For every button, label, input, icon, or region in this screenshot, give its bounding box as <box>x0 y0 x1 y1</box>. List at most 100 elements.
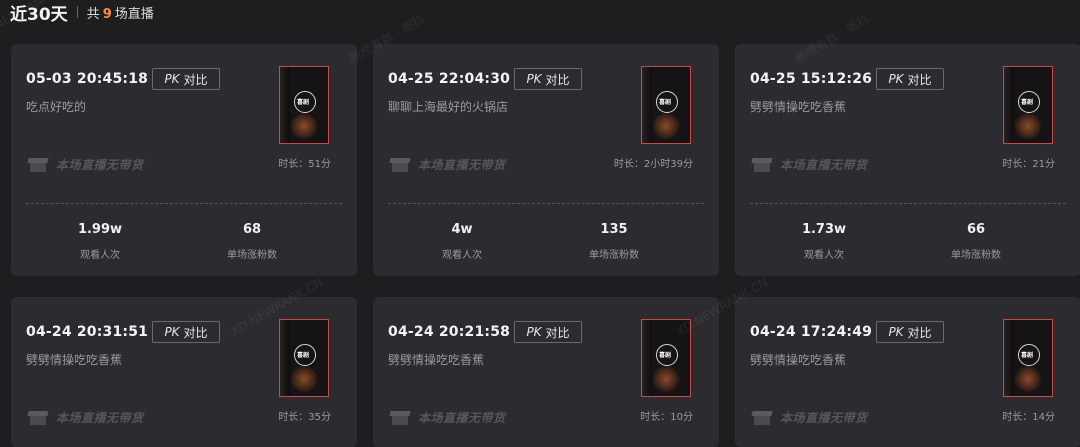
pk-label: 对比 <box>907 325 932 340</box>
live-title: 劈劈情操吃吃香蕉 <box>388 353 485 367</box>
pk-icon: PK <box>526 72 542 86</box>
views-stat: 1.99w 观看人次 <box>40 222 160 261</box>
live-cover-thumbnail[interactable]: 喜剧 <box>279 319 329 397</box>
cover-logo-text: 喜剧 <box>297 352 310 359</box>
fans-stat: 68 单场涨粉数 <box>192 222 312 261</box>
card-divider <box>26 203 342 204</box>
views-value: 4w <box>451 222 473 237</box>
cover-logo-text: 喜剧 <box>297 99 310 106</box>
box-icon <box>751 410 773 425</box>
live-start-time: 04-24 20:21:58 <box>388 324 511 340</box>
pk-compare-button[interactable]: PK 对比 <box>876 68 944 90</box>
card-divider <box>388 203 704 204</box>
views-stat: 1.73w 观看人次 <box>764 222 884 261</box>
views-stat: 4w 观看人次 <box>402 222 522 261</box>
cover-curtain <box>1004 320 1014 396</box>
live-card[interactable]: 04-25 15:12:26 PK 对比 劈劈情操吃吃香蕉 喜剧 本场直播无带货 … <box>735 44 1080 276</box>
no-goods-label: 本场直播无带货 <box>56 158 144 172</box>
box-icon <box>27 410 49 425</box>
count-number: 9 <box>102 6 112 22</box>
live-duration: 时长：14分 <box>1002 412 1055 423</box>
pk-compare-button[interactable]: PK 对比 <box>514 68 582 90</box>
views-value: 1.73w <box>801 222 847 237</box>
pk-icon: PK <box>888 72 904 86</box>
live-start-time: 04-24 20:31:51 <box>26 324 149 340</box>
no-goods-badge: 本场直播无带货 <box>389 156 506 173</box>
pk-icon: PK <box>888 325 904 339</box>
fans-label: 单场涨粉数 <box>227 250 277 261</box>
cover-curtain <box>280 320 290 396</box>
cover-figure <box>1014 113 1042 139</box>
box-icon <box>389 157 411 172</box>
cover-figure <box>652 366 680 392</box>
cover-logo-text: 喜剧 <box>659 352 672 359</box>
live-cover-thumbnail[interactable]: 喜剧 <box>641 66 691 144</box>
fans-value: 135 <box>600 222 628 237</box>
box-icon <box>751 157 773 172</box>
live-start-time: 05-03 20:45:18 <box>26 71 149 87</box>
pk-label: 对比 <box>545 72 570 87</box>
no-goods-badge: 本场直播无带货 <box>751 156 868 173</box>
fans-stat: 66 单场涨粉数 <box>916 222 1036 261</box>
live-start-time: 04-25 22:04:30 <box>388 71 511 87</box>
views-label: 观看人次 <box>804 250 844 261</box>
live-duration: 时长：2小时39分 <box>613 159 693 170</box>
live-duration: 时长：10分 <box>640 412 693 423</box>
pk-icon: PK <box>526 325 542 339</box>
views-label: 观看人次 <box>80 250 120 261</box>
count-suffix: 场直播 <box>114 6 154 22</box>
cover-curtain <box>642 67 652 143</box>
live-card[interactable]: 04-25 22:04:30 PK 对比 聊聊上海最好的火锅店 喜剧 本场直播无带… <box>373 44 719 276</box>
views-label: 观看人次 <box>442 250 482 261</box>
no-goods-badge: 本场直播无带货 <box>751 409 868 426</box>
no-goods-label: 本场直播无带货 <box>418 158 506 172</box>
cover-figure <box>290 113 318 139</box>
no-goods-label: 本场直播无带货 <box>56 411 144 425</box>
live-card[interactable]: 05-03 20:45:18 PK 对比 吃点好吃的 喜剧 本场直播无带货 时长：… <box>11 44 357 276</box>
live-duration: 时长：35分 <box>278 412 331 423</box>
live-cover-thumbnail[interactable]: 喜剧 <box>1003 319 1053 397</box>
live-card[interactable]: 04-24 17:24:49 PK 对比 劈劈情操吃吃香蕉 喜剧 本场直播无带货 … <box>735 297 1080 447</box>
live-title: 劈劈情操吃吃香蕉 <box>750 100 847 114</box>
live-title: 吃点好吃的 <box>26 100 87 114</box>
pk-label: 对比 <box>545 325 570 340</box>
live-cover-thumbnail[interactable]: 喜剧 <box>279 66 329 144</box>
no-goods-label: 本场直播无带货 <box>780 158 868 172</box>
pk-compare-button[interactable]: PK 对比 <box>876 321 944 343</box>
cover-curtain <box>280 67 290 143</box>
cover-figure <box>1014 366 1042 392</box>
live-card[interactable]: 04-24 20:21:58 PK 对比 劈劈情操吃吃香蕉 喜剧 本场直播无带货 … <box>373 297 719 447</box>
no-goods-badge: 本场直播无带货 <box>27 409 144 426</box>
count-prefix: 共 <box>86 6 100 22</box>
live-title: 聊聊上海最好的火锅店 <box>388 100 509 114</box>
pk-icon: PK <box>164 325 180 339</box>
cover-curtain <box>1004 67 1014 143</box>
live-duration: 时长：21分 <box>1002 159 1055 170</box>
live-start-time: 04-25 15:12:26 <box>750 71 873 87</box>
live-start-time: 04-24 17:24:49 <box>750 324 873 340</box>
live-card[interactable]: 04-24 20:31:51 PK 对比 劈劈情操吃吃香蕉 喜剧 本场直播无带货 … <box>11 297 357 447</box>
fans-value: 66 <box>966 222 986 237</box>
cover-figure <box>652 113 680 139</box>
pk-icon: PK <box>164 72 180 86</box>
fans-stat: 135 单场涨粉数 <box>554 222 674 261</box>
pk-compare-button[interactable]: PK 对比 <box>514 321 582 343</box>
live-duration: 时长：51分 <box>278 159 331 170</box>
live-cover-thumbnail[interactable]: 喜剧 <box>1003 66 1053 144</box>
divider <box>76 6 78 18</box>
no-goods-badge: 本场直播无带货 <box>27 156 144 173</box>
pk-compare-button[interactable]: PK 对比 <box>152 321 220 343</box>
live-count: 共 9 场直播 <box>87 3 154 22</box>
pk-label: 对比 <box>183 325 208 340</box>
pk-label: 对比 <box>907 72 932 87</box>
pk-compare-button[interactable]: PK 对比 <box>152 68 220 90</box>
fans-label: 单场涨粉数 <box>589 250 639 261</box>
cover-logo-text: 喜剧 <box>659 99 672 106</box>
views-value: 1.99w <box>77 222 123 237</box>
box-icon <box>389 410 411 425</box>
no-goods-label: 本场直播无带货 <box>418 411 506 425</box>
card-divider <box>750 203 1066 204</box>
cover-figure <box>290 366 318 392</box>
fans-label: 单场涨粉数 <box>951 250 1001 261</box>
cover-logo-text: 喜剧 <box>1021 352 1034 359</box>
